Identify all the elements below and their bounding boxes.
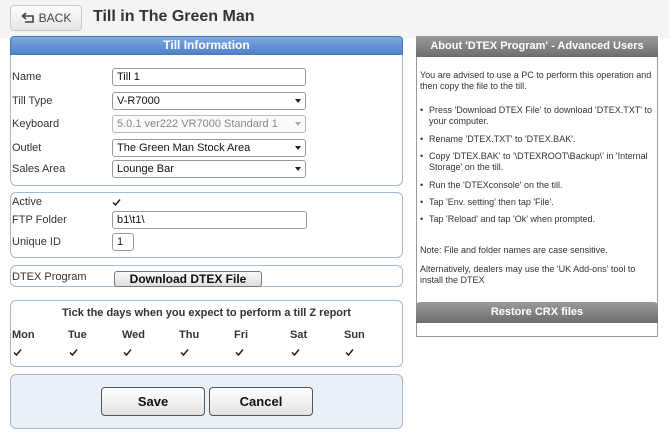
outlet-select[interactable]: The Green Man Stock Area <box>112 139 306 157</box>
day-checkbox-mon[interactable] <box>13 348 22 357</box>
back-button-label: BACK <box>38 11 72 25</box>
day-label-wed: Wed <box>122 329 146 341</box>
download-dtex-button[interactable]: Download DTEX File <box>114 271 262 287</box>
info-intro: You are advised to use a PC to perform t… <box>420 70 652 91</box>
name-label: Name <box>12 71 42 83</box>
chevron-down-icon <box>295 167 301 171</box>
chevron-down-icon <box>295 122 301 126</box>
checkmark-icon <box>235 349 244 357</box>
bullet: • <box>420 134 424 144</box>
keyboard-value: 5.0.1 ver222 VR7000 Standard 1 <box>117 118 278 130</box>
ftp-folder-label: FTP Folder <box>12 214 67 226</box>
day-checkbox-sun[interactable] <box>345 348 354 357</box>
info-step: Copy 'DTEX.BAK' to '\DTEXROOT\Backup\' i… <box>429 151 648 172</box>
checkmark-icon <box>180 349 189 357</box>
day-checkbox-sat[interactable] <box>291 348 300 357</box>
save-button[interactable]: Save <box>101 387 205 416</box>
info-dealer-note: Alternatively, dealers may use the 'UK A… <box>420 264 636 285</box>
checkmark-icon <box>345 349 354 357</box>
day-checkbox-thu[interactable] <box>180 348 189 357</box>
actions-bar <box>10 374 403 429</box>
info-note: Note: File and folder names are case sen… <box>420 245 608 255</box>
checkmark-icon <box>112 199 121 207</box>
till-type-label: Till Type <box>12 95 53 107</box>
info-step: Rename 'DTEX.TXT' to 'DTEX.BAK'. <box>429 134 576 144</box>
dtex-program-label: DTEX Program <box>12 271 87 283</box>
day-checkbox-tue[interactable] <box>69 348 78 357</box>
chevron-down-icon <box>295 99 301 103</box>
bullet: • <box>420 151 424 161</box>
sales-area-select[interactable]: Lounge Bar <box>112 160 306 178</box>
info-panel-heading: About 'DTEX Program' - Advanced Users <box>416 36 658 57</box>
unique-id-label: Unique ID <box>12 236 61 248</box>
z-report-title: Tick the days when you expect to perform… <box>62 307 351 319</box>
cancel-button[interactable]: Cancel <box>209 387 313 416</box>
bullet: • <box>420 197 424 207</box>
active-label: Active <box>12 196 42 208</box>
info-step: Tap 'Reload' and tap 'Ok' when prompted. <box>429 214 595 224</box>
day-label-mon: Mon <box>12 329 35 341</box>
bullet: • <box>420 105 424 115</box>
day-label-fri: Fri <box>234 329 249 341</box>
active-checkbox[interactable] <box>112 198 121 207</box>
checkmark-icon <box>13 349 22 357</box>
till-type-value: V-R7000 <box>117 95 160 107</box>
checkmark-icon <box>69 349 78 357</box>
till-type-select[interactable]: V-R7000 <box>112 92 306 110</box>
outlet-value: The Green Man Stock Area <box>117 142 251 154</box>
info-step: Run the 'DTEXconsole' on the till. <box>429 180 563 190</box>
bullet: • <box>420 214 424 224</box>
bullet: • <box>420 180 424 190</box>
day-checkbox-fri[interactable] <box>235 348 244 357</box>
till-information-heading: Till Information <box>10 36 403 55</box>
checkmark-icon <box>291 349 300 357</box>
info-step: Press 'Download DTEX File' to download '… <box>429 105 652 126</box>
day-label-sun: Sun <box>344 329 365 341</box>
chevron-down-icon <box>295 146 301 150</box>
sales-area-value: Lounge Bar <box>117 163 174 175</box>
ftp-folder-input[interactable]: b1\t1\ <box>112 211 307 229</box>
day-label-thu: Thu <box>179 329 200 341</box>
unique-id-input[interactable]: 1 <box>112 233 134 251</box>
back-button[interactable]: BACK <box>10 5 82 31</box>
page-title: Till in The Green Man <box>93 8 255 25</box>
keyboard-select: 5.0.1 ver222 VR7000 Standard 1 <box>112 115 306 133</box>
header-bar: BACK Till in The Green Man <box>0 0 669 38</box>
day-label-tue: Tue <box>68 329 87 341</box>
sales-area-label: Sales Area <box>12 163 66 175</box>
day-checkbox-wed[interactable] <box>123 348 132 357</box>
checkmark-icon <box>123 349 132 357</box>
day-label-sat: Sat <box>290 329 308 341</box>
info-step: Tap 'Env. setting' then tap 'File'. <box>429 197 554 207</box>
name-input[interactable]: Till 1 <box>112 68 306 86</box>
keyboard-label: Keyboard <box>12 118 60 130</box>
outlet-label: Outlet <box>12 142 42 154</box>
restore-crx-button[interactable]: Restore CRX files <box>416 302 658 323</box>
return-arrow-icon <box>20 12 35 24</box>
